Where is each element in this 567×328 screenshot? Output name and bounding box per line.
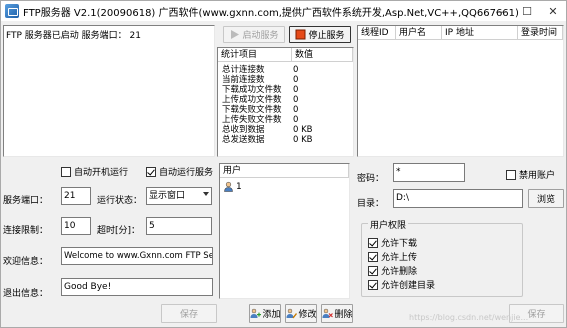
close-button[interactable]: ✕: [540, 1, 566, 21]
stats-table: 总计连接数 0 当前连接数 0 下载成功文件数 0 上传成功文件数 0 下载失败文件数 0…: [219, 65, 353, 145]
col-login-time[interactable]: 登录时间: [518, 26, 563, 40]
edit-user-button[interactable]: 修改: [285, 304, 317, 323]
perm-download-checkbox[interactable]: 允许下载: [368, 236, 417, 249]
timeout-label: 超时[分]：: [97, 226, 141, 236]
watermark: https://blog.csdn.net/wenjie...: [409, 313, 529, 322]
perm-mkdir-label: 允许创建目录: [381, 281, 436, 291]
edit-user-icon: [286, 308, 297, 319]
perm-download-label: 允许下载: [381, 239, 418, 249]
title-bar[interactable]: FTP服务器 V2.1(20090618) 广西软件(www.gxnn.com,…: [1, 1, 566, 21]
user-name: 1: [236, 181, 242, 192]
disable-account-label: 禁用账户: [519, 171, 556, 181]
delete-user-button[interactable]: 删除: [321, 304, 353, 323]
autorun-label: 自动运行服务: [159, 168, 214, 178]
log-panel[interactable]: FTP 服务器已启动 服务端口： 21: [3, 25, 215, 157]
timeout-input[interactable]: 5: [146, 217, 212, 235]
add-user-button[interactable]: 添加: [249, 304, 281, 323]
stop-service-label: 停止服务: [308, 31, 345, 41]
thread-list-panel[interactable]: 线程ID 用户名 IP 地址 登录时间: [357, 25, 564, 157]
log-text: FTP 服务器已启动 服务端口： 21: [6, 31, 141, 41]
window-title: FTP服务器 V2.1(20090618) 广西软件(www.gxnn.com,…: [23, 7, 519, 19]
dir-input[interactable]: D:\: [393, 189, 523, 208]
autostart-checkbox[interactable]: 自动开机运行: [61, 165, 128, 178]
delete-user-label: 删除: [334, 310, 353, 320]
stats-row: 下载成功文件数 0: [222, 85, 299, 95]
minimize-button[interactable]: —: [488, 1, 514, 21]
start-service-button[interactable]: 启动服务: [223, 26, 285, 43]
maximize-button[interactable]: ☐: [514, 1, 540, 21]
perm-upload-label: 允许上传: [381, 253, 418, 263]
chevron-down-icon: [203, 192, 209, 196]
welcome-input[interactable]: Welcome to www.Gxnn.com FTP Server!: [61, 247, 213, 265]
conn-limit-label: 连接限制：: [3, 226, 49, 236]
perm-upload-checkbox[interactable]: 允许上传: [368, 250, 417, 263]
perm-download-box[interactable]: [368, 237, 378, 248]
autorun-box[interactable]: [146, 166, 156, 177]
stats-header-item: 统计项目: [218, 48, 292, 62]
port-label: 服务端口：: [3, 196, 49, 206]
welcome-label: 欢迎信息：: [3, 257, 49, 267]
autostart-label: 自动开机运行: [74, 168, 129, 178]
port-input[interactable]: 21: [61, 187, 91, 205]
stop-icon: [295, 29, 306, 40]
disable-account-box[interactable]: [506, 169, 516, 180]
autostart-box[interactable]: [61, 166, 71, 177]
run-state-value: 显示窗口: [149, 191, 186, 201]
ftp-server-window: FTP服务器 V2.1(20090618) 广西软件(www.gxnn.com,…: [0, 0, 567, 328]
dir-label: 目录：: [357, 199, 385, 209]
perm-mkdir-checkbox[interactable]: 允许创建目录: [368, 278, 435, 291]
exit-label: 退出信息：: [3, 289, 49, 299]
settings-save-button[interactable]: 保存: [161, 304, 217, 323]
users-panel[interactable]: 用户 1: [219, 163, 350, 299]
perm-delete-checkbox[interactable]: 允许删除: [368, 264, 417, 277]
exit-input[interactable]: Good Bye!: [61, 278, 213, 296]
users-header: 用户: [220, 164, 349, 178]
stats-row: 下载失败文件数 0: [222, 105, 299, 115]
stats-row: 上传失败文件数 0: [222, 115, 299, 125]
stop-service-button[interactable]: 停止服务: [289, 26, 351, 43]
password-label: 密码：: [357, 174, 385, 184]
stats-row: 总计连接数 0: [222, 65, 299, 75]
stats-row: 总收到数据 0 KB: [222, 125, 313, 135]
autorun-checkbox[interactable]: 自动运行服务: [146, 165, 213, 178]
password-input[interactable]: *: [393, 163, 465, 182]
user-permissions-group: 用户权限 允许下载 允许上传 允许删除 允许创建目录: [361, 218, 523, 297]
col-username[interactable]: 用户名: [396, 26, 442, 40]
permissions-title: 用户权限: [368, 218, 409, 231]
stats-row: 当前连接数 0: [222, 75, 299, 85]
perm-upload-box[interactable]: [368, 251, 378, 262]
app-icon: [5, 4, 19, 18]
add-user-label: 添加: [262, 310, 281, 320]
stats-row: 上传成功文件数 0: [222, 95, 299, 105]
user-icon: [223, 181, 234, 192]
play-icon: [229, 29, 240, 40]
run-state-label: 运行状态：: [97, 196, 143, 206]
browse-button[interactable]: 浏览: [528, 189, 564, 208]
stats-row: 总发送数据 0 KB: [222, 135, 313, 145]
window-controls: — ☐ ✕: [488, 1, 566, 21]
col-ip-address[interactable]: IP 地址: [442, 26, 518, 40]
start-service-label: 启动服务: [242, 31, 279, 41]
perm-delete-label: 允许删除: [381, 267, 418, 277]
perm-mkdir-box[interactable]: [368, 279, 378, 290]
conn-limit-input[interactable]: 10: [61, 217, 91, 235]
col-thread-id[interactable]: 线程ID: [358, 26, 396, 40]
user-list-item[interactable]: 1: [223, 181, 242, 192]
edit-user-label: 修改: [298, 310, 317, 320]
add-user-icon: [250, 308, 261, 319]
run-state-select[interactable]: 显示窗口: [146, 187, 212, 205]
delete-user-icon: [322, 308, 333, 319]
perm-delete-box[interactable]: [368, 265, 378, 276]
stats-header-value: 数值: [292, 48, 353, 62]
disable-account-checkbox[interactable]: 禁用账户: [506, 168, 555, 181]
